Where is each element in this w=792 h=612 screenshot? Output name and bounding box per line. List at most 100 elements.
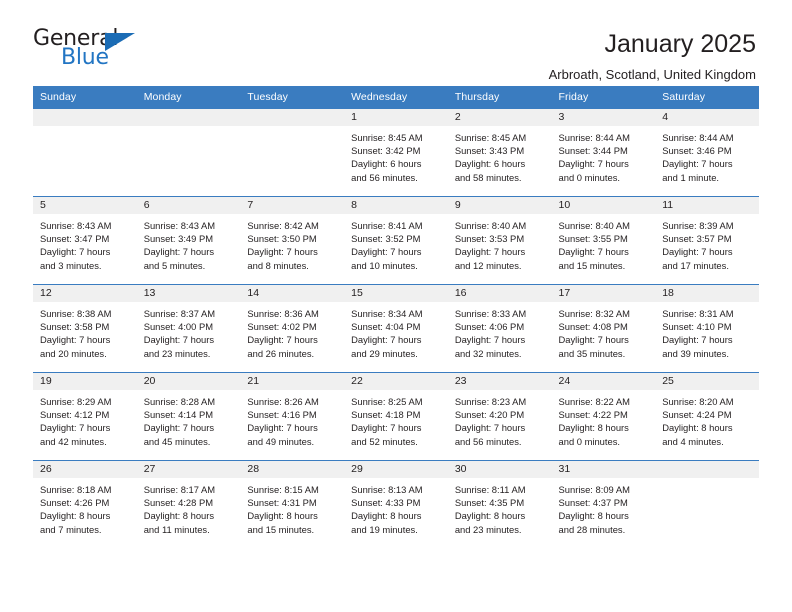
day-info-daylight1: Daylight: 8 hours [558,510,629,522]
day-info-sunrise: Sunrise: 8:42 AM [247,220,319,231]
day-sun-info: Sunrise: 8:11 AM Sunset: 4:35 PM Daylight:… [448,478,552,536]
calendar-day-cell[interactable]: 7 Sunrise: 8:42 AM Sunset: 3:50 PM Daylight… [240,196,345,285]
calendar-week-row: 19 Sunrise: 8:29 AM Sunset: 4:12 PM Dayligh… [33,372,759,461]
calendar-day-cell[interactable]: 10 Sunrise: 8:40 AM Sunset: 3:55 PM Dayligh… [551,196,656,285]
calendar-day-cell[interactable]: 22 Sunrise: 8:25 AM Sunset: 4:18 PM Dayligh… [344,372,448,461]
calendar-day-cell[interactable]: 9 Sunrise: 8:40 AM Sunset: 3:53 PM Daylight… [447,196,552,285]
day-info-daylight1: Daylight: 7 hours [143,334,215,346]
calendar-day-cell[interactable]: 15 Sunrise: 8:34 AM Sunset: 4:04 PM Dayligh… [344,284,448,373]
day-cell-content: 11 Sunrise: 8:39 AM Sunset: 3:57 PM Dayligh… [655,197,759,284]
day-number: 30 [447,461,552,478]
calendar-day-cell[interactable]: 5 Sunrise: 8:43 AM Sunset: 3:47 PM Daylight… [33,196,137,285]
calendar-day-cell[interactable]: 26 Sunrise: 8:18 AM Sunset: 4:26 PM Dayligh… [33,460,137,549]
day-info-sunset: Sunset: 4:24 PM [662,409,732,421]
day-info-sunset: Sunset: 3:44 PM [558,145,628,157]
calendar-day-cell[interactable]: 4 Sunrise: 8:44 AM Sunset: 3:46 PM Daylight… [655,108,759,197]
day-info-daylight2: and 49 minutes. [247,435,315,447]
calendar-day-cell[interactable]: 3 Sunrise: 8:44 AM Sunset: 3:44 PM Daylight… [551,108,656,197]
calendar-day-cell-empty [655,460,759,549]
day-info-daylight1: Daylight: 6 hours [351,158,422,170]
day-cell-content: 24 Sunrise: 8:22 AM Sunset: 4:22 PM Dayligh… [551,373,656,460]
day-info-sunset: Sunset: 4:10 PM [662,321,732,333]
page-header: General Blue January 2025 Arbroath, Scot… [0,0,792,82]
day-sun-info: Sunrise: 8:25 AM Sunset: 4:18 PM Daylight:… [344,390,448,448]
day-sun-info: Sunrise: 8:43 AM Sunset: 3:47 PM Daylight:… [33,214,137,272]
day-info-daylight1: Daylight: 7 hours [351,246,422,258]
calendar-day-cell[interactable]: 25 Sunrise: 8:20 AM Sunset: 4:24 PM Dayligh… [655,372,759,461]
day-info-sunrise: Sunrise: 8:39 AM [662,220,734,231]
calendar-day-cell[interactable]: 23 Sunrise: 8:23 AM Sunset: 4:20 PM Dayligh… [447,372,552,461]
day-info-sunrise: Sunrise: 8:26 AM [247,396,319,407]
page-title: January 2025 [604,30,756,58]
day-info-daylight2: and 0 minutes. [558,171,621,183]
day-info-daylight1: Daylight: 7 hours [662,246,733,258]
day-number: 20 [136,373,241,390]
day-info-sunset: Sunset: 3:49 PM [143,233,214,245]
day-info-sunset: Sunset: 3:42 PM [351,145,421,157]
calendar-day-cell[interactable]: 14 Sunrise: 8:36 AM Sunset: 4:02 PM Dayligh… [240,284,345,373]
day-sun-info: Sunrise: 8:09 AM Sunset: 4:37 PM Daylight:… [552,478,656,536]
title-block: January 2025 Arbroath, Scotland, United … [549,28,756,82]
day-number: 3 [551,109,656,126]
calendar-day-cell[interactable]: 24 Sunrise: 8:22 AM Sunset: 4:22 PM Dayligh… [551,372,656,461]
day-info-sunset: Sunset: 4:14 PM [143,409,214,421]
calendar-day-cell[interactable]: 31 Sunrise: 8:09 AM Sunset: 4:37 PM Dayligh… [551,460,656,549]
calendar-day-cell[interactable]: 6 Sunrise: 8:43 AM Sunset: 3:49 PM Daylight… [136,196,241,285]
calendar-day-cell[interactable]: 12 Sunrise: 8:38 AM Sunset: 3:58 PM Dayligh… [33,284,137,373]
calendar-day-cell[interactable]: 27 Sunrise: 8:17 AM Sunset: 4:28 PM Dayligh… [136,460,241,549]
day-cell-content: 29 Sunrise: 8:13 AM Sunset: 4:33 PM Dayligh… [344,461,448,549]
calendar-day-cell[interactable]: 20 Sunrise: 8:28 AM Sunset: 4:14 PM Dayligh… [136,372,241,461]
day-info-sunrise: Sunrise: 8:15 AM [247,484,319,495]
day-info-daylight1: Daylight: 8 hours [247,510,318,522]
day-info-daylight1: Daylight: 7 hours [558,334,629,346]
day-info-daylight2: and 8 minutes. [247,259,309,271]
calendar-day-cell[interactable]: 21 Sunrise: 8:26 AM Sunset: 4:16 PM Dayligh… [240,372,345,461]
calendar-day-cell[interactable]: 18 Sunrise: 8:31 AM Sunset: 4:10 PM Dayligh… [655,284,759,373]
day-number: 2 [447,109,552,126]
calendar-day-cell[interactable]: 19 Sunrise: 8:29 AM Sunset: 4:12 PM Dayligh… [33,372,137,461]
calendar-week-row: 1 Sunrise: 8:45 AM Sunset: 3:42 PM Daylight… [33,108,759,197]
day-info-daylight2: and 52 minutes. [351,435,418,447]
calendar-day-cell[interactable]: 29 Sunrise: 8:13 AM Sunset: 4:33 PM Dayligh… [344,460,448,549]
day-number: 9 [447,197,552,214]
calendar-day-cell[interactable]: 30 Sunrise: 8:11 AM Sunset: 4:35 PM Dayligh… [447,460,552,549]
day-info-sunrise: Sunrise: 8:32 AM [558,308,630,319]
calendar-day-cell-empty [240,108,345,197]
calendar-day-cell[interactable]: 1 Sunrise: 8:45 AM Sunset: 3:42 PM Daylight… [344,108,448,197]
day-cell-content: 10 Sunrise: 8:40 AM Sunset: 3:55 PM Dayligh… [551,197,656,284]
day-info-sunset: Sunset: 4:08 PM [558,321,628,333]
calendar-day-cell-empty [33,108,137,197]
day-info-sunrise: Sunrise: 8:28 AM [143,396,216,407]
calendar-day-cell[interactable]: 2 Sunrise: 8:45 AM Sunset: 3:43 PM Daylight… [447,108,552,197]
day-info-sunset: Sunset: 4:12 PM [40,409,110,421]
calendar-day-cell[interactable]: 28 Sunrise: 8:15 AM Sunset: 4:31 PM Dayligh… [240,460,345,549]
day-info-daylight2: and 42 minutes. [40,435,107,447]
calendar-day-cell[interactable]: 11 Sunrise: 8:39 AM Sunset: 3:57 PM Dayligh… [655,196,759,285]
day-cell-content: 15 Sunrise: 8:34 AM Sunset: 4:04 PM Dayligh… [344,285,448,372]
weekday-header-monday: Monday [136,86,241,109]
day-info-daylight2: and 10 minutes. [351,259,418,271]
day-info-sunset: Sunset: 3:50 PM [247,233,317,245]
day-number: 21 [240,373,345,390]
calendar-day-cell[interactable]: 17 Sunrise: 8:32 AM Sunset: 4:08 PM Dayligh… [551,284,656,373]
day-info-sunset: Sunset: 3:52 PM [351,233,421,245]
day-info-daylight1: Daylight: 7 hours [247,422,318,434]
day-cell-content [33,109,137,196]
day-info-daylight1: Daylight: 7 hours [351,334,422,346]
day-info-daylight2: and 23 minutes. [454,523,522,535]
day-info-daylight2: and 0 minutes. [558,435,621,447]
day-info-daylight1: Daylight: 7 hours [40,334,111,346]
day-cell-content: 22 Sunrise: 8:25 AM Sunset: 4:18 PM Dayligh… [344,373,448,460]
day-cell-content: 25 Sunrise: 8:20 AM Sunset: 4:24 PM Dayligh… [655,373,759,460]
calendar-day-cell[interactable]: 16 Sunrise: 8:33 AM Sunset: 4:06 PM Dayligh… [447,284,552,373]
day-info-daylight2: and 19 minutes. [351,523,418,535]
day-cell-content: 12 Sunrise: 8:38 AM Sunset: 3:58 PM Dayligh… [33,285,137,372]
day-info-sunrise: Sunrise: 8:29 AM [40,396,112,407]
day-sun-info: Sunrise: 8:26 AM Sunset: 4:16 PM Daylight:… [240,390,344,448]
calendar-day-cell[interactable]: 8 Sunrise: 8:41 AM Sunset: 3:52 PM Daylight… [344,196,448,285]
day-cell-content: 31 Sunrise: 8:09 AM Sunset: 4:37 PM Dayligh… [551,461,656,549]
day-number: 28 [240,461,345,478]
calendar-day-cell[interactable]: 13 Sunrise: 8:37 AM Sunset: 4:00 PM Dayligh… [136,284,241,373]
day-info-sunrise: Sunrise: 8:43 AM [40,220,112,231]
day-cell-content: 19 Sunrise: 8:29 AM Sunset: 4:12 PM Dayligh… [33,373,137,460]
